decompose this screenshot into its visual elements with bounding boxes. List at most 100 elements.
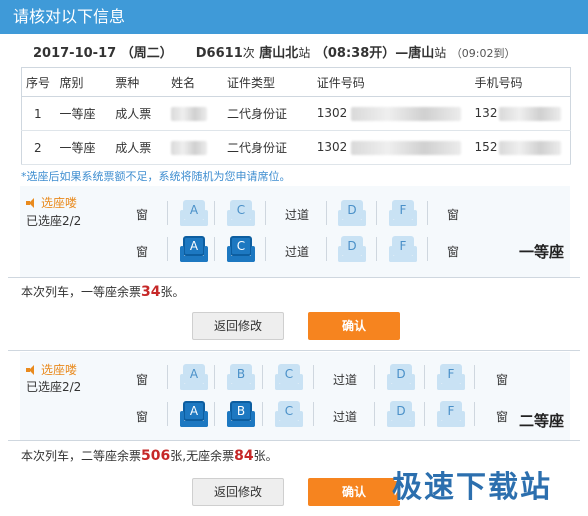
row-name bbox=[167, 96, 224, 131]
seat-2c-row2[interactable]: C bbox=[275, 401, 303, 427]
trip-weekday: （周二） bbox=[120, 46, 173, 61]
row-class: 一等座 bbox=[55, 130, 112, 165]
divider bbox=[265, 201, 266, 225]
seat-2d-row2[interactable]: D bbox=[387, 401, 415, 427]
trip-arrow: — bbox=[395, 46, 409, 61]
divider bbox=[376, 201, 377, 225]
back-button[interactable]: 返回修改 bbox=[192, 312, 284, 340]
divider bbox=[167, 201, 168, 225]
row-name bbox=[167, 130, 224, 165]
depart-time: （08:38开） bbox=[314, 46, 396, 61]
seat-1a-row1[interactable]: A bbox=[180, 200, 208, 226]
seat-2a-row1[interactable]: A bbox=[180, 364, 208, 390]
divider bbox=[326, 201, 327, 225]
divider bbox=[167, 237, 168, 261]
blurred-phone bbox=[499, 140, 562, 155]
seat-1c-row2-selected[interactable]: C bbox=[227, 236, 255, 262]
col-header: 序号 bbox=[21, 67, 56, 97]
first-selected-count: 已选座2/2 bbox=[26, 214, 82, 228]
table-row: 1 一等座 成人票 二代身份证 1302 132 bbox=[21, 96, 571, 131]
row-phone: 132 bbox=[470, 96, 571, 131]
window-label: 窗 bbox=[496, 410, 509, 424]
row-no: 2 bbox=[21, 130, 56, 165]
blurred-phone bbox=[499, 106, 562, 121]
aisle-label: 过道 bbox=[285, 245, 310, 259]
divider bbox=[376, 237, 377, 261]
row-phone: 152 bbox=[470, 130, 571, 165]
phone-prefix: 152 bbox=[474, 140, 498, 155]
divider bbox=[262, 402, 263, 426]
row-class: 一等座 bbox=[55, 96, 112, 131]
divider bbox=[326, 237, 327, 261]
seat-2f-row2[interactable]: F bbox=[437, 401, 465, 427]
seat-1d-row1[interactable]: D bbox=[338, 200, 366, 226]
speaker-text: 选座喽 bbox=[41, 196, 78, 210]
train-number: D6611 bbox=[195, 46, 243, 61]
blurred-id bbox=[351, 106, 462, 121]
aisle-label: 过道 bbox=[333, 373, 358, 387]
seat-1a-row2-selected[interactable]: A bbox=[180, 236, 208, 262]
divider bbox=[167, 365, 168, 389]
window-label: 窗 bbox=[496, 373, 509, 387]
passenger-table: 序号 席别 票种 姓名 证件类型 证件号码 手机号码 1 一等座 成人票 二代身… bbox=[21, 67, 571, 165]
seat-2f-row1[interactable]: F bbox=[437, 364, 465, 390]
dialog-title: 请核对以下信息 bbox=[0, 0, 588, 34]
seat-2b-row1[interactable]: B bbox=[227, 364, 255, 390]
speaker-icon bbox=[26, 365, 38, 375]
col-header: 手机号码 bbox=[470, 67, 571, 97]
window-label: 窗 bbox=[136, 245, 149, 259]
separator bbox=[8, 277, 580, 278]
to-station: 唐山 bbox=[408, 46, 435, 61]
window-label: 窗 bbox=[136, 373, 149, 387]
seat-2a-row2-selected[interactable]: A bbox=[180, 401, 208, 427]
from-station: 唐山北 bbox=[259, 46, 299, 61]
table-row: 2 一等座 成人票 二代身份证 1302 152 bbox=[21, 130, 571, 165]
seat-2d-row1[interactable]: D bbox=[387, 364, 415, 390]
second-speaker-label: 选座喽 bbox=[26, 361, 77, 378]
row-id-number: 1302 bbox=[312, 130, 471, 165]
divider bbox=[374, 402, 375, 426]
col-header: 证件号码 bbox=[312, 67, 471, 97]
phone-prefix: 132 bbox=[474, 106, 498, 121]
first-class-label: 一等座 bbox=[519, 243, 565, 261]
seat-1d-row2[interactable]: D bbox=[338, 236, 366, 262]
aisle-label: 过道 bbox=[333, 410, 358, 424]
divider bbox=[214, 237, 215, 261]
trip-info: 2017-10-17 （周二） D6611次 唐山北站 （08:38开）—唐山站… bbox=[33, 42, 516, 61]
seat-2b-row2-selected[interactable]: B bbox=[227, 401, 255, 427]
confirm-button-2[interactable]: 确认 bbox=[308, 478, 400, 506]
col-header: 证件类型 bbox=[223, 67, 313, 97]
row-ticket: 成人票 bbox=[111, 96, 168, 131]
divider bbox=[427, 237, 428, 261]
first-class-panel bbox=[20, 186, 570, 277]
to-suffix: 站 bbox=[434, 46, 447, 60]
divider bbox=[262, 365, 263, 389]
divider bbox=[374, 365, 375, 389]
seat-1f-row2[interactable]: F bbox=[389, 236, 417, 262]
row-id-type: 二代身份证 bbox=[223, 96, 313, 131]
row-id-number: 1302 bbox=[312, 96, 471, 131]
divider bbox=[313, 365, 314, 389]
separator bbox=[8, 440, 580, 441]
col-header: 席别 bbox=[55, 67, 112, 97]
table-header: 序号 席别 票种 姓名 证件类型 证件号码 手机号码 bbox=[21, 67, 571, 97]
row-id-type: 二代身份证 bbox=[223, 130, 313, 165]
blurred-name bbox=[171, 140, 208, 155]
first-speaker-label: 选座喽 bbox=[26, 194, 77, 211]
divider bbox=[424, 365, 425, 389]
arrive-time: （09:02到） bbox=[450, 47, 516, 60]
train-suffix: 次 bbox=[242, 46, 255, 60]
from-suffix: 站 bbox=[298, 46, 311, 60]
confirm-button[interactable]: 确认 bbox=[308, 312, 400, 340]
seat-1c-row1[interactable]: C bbox=[227, 200, 255, 226]
blurred-id bbox=[351, 140, 462, 155]
seat-2c-row1[interactable]: C bbox=[275, 364, 303, 390]
first-class-remaining: 本次列车，一等座余票34张。 bbox=[21, 284, 185, 300]
seat-1f-row1[interactable]: F bbox=[389, 200, 417, 226]
aisle-label: 过道 bbox=[285, 208, 310, 222]
separator bbox=[8, 350, 580, 351]
col-header: 票种 bbox=[111, 67, 168, 97]
col-header: 姓名 bbox=[167, 67, 224, 97]
watermark: 极速下载站 bbox=[392, 470, 552, 505]
back-button-2[interactable]: 返回修改 bbox=[192, 478, 284, 506]
